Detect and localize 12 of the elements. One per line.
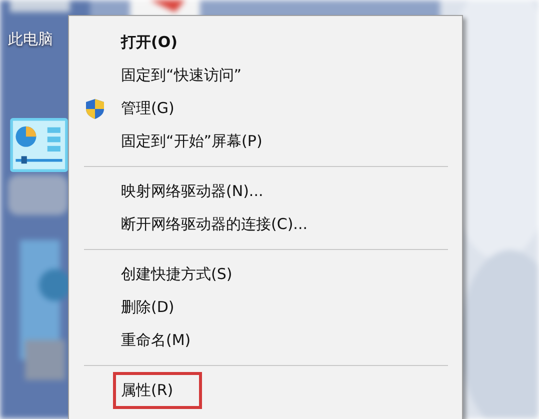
menu-item[interactable]: 属性(R) <box>69 374 462 407</box>
menu-item[interactable]: 删除(D) <box>69 291 462 324</box>
dashboard-icon[interactable] <box>10 118 68 172</box>
menu-item[interactable]: 管理(G) <box>69 92 462 125</box>
menu-item[interactable]: 固定到“快速访问” <box>69 59 462 92</box>
menu-item[interactable]: 打开(O) <box>69 26 462 59</box>
menu-item[interactable]: 断开网络驱动器的连接(C)... <box>69 208 462 241</box>
menu-item[interactable]: 重命名(M) <box>69 324 462 357</box>
menu-item[interactable]: 创建快捷方式(S) <box>69 258 462 291</box>
menu-item[interactable]: 固定到“开始”屏幕(P) <box>69 125 462 158</box>
desktop-icon-label[interactable]: 此电脑 <box>8 30 53 49</box>
menu-item[interactable]: 映射网络驱动器(N)... <box>69 175 462 208</box>
